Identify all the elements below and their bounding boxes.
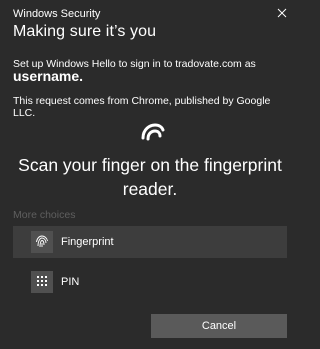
request-origin-text: This request comes from Chrome, publishe… — [13, 95, 271, 119]
close-icon — [277, 8, 287, 18]
cancel-button[interactable]: Cancel — [151, 314, 287, 338]
username-text: username. — [13, 68, 84, 84]
fingerprint-icon — [31, 231, 53, 253]
scan-instruction: Scan your finger on the fingerprint read… — [18, 155, 282, 199]
dialog-heading: Making sure it’s you — [13, 23, 157, 40]
pin-keypad-icon — [31, 271, 53, 293]
choice-label: Fingerprint — [61, 236, 114, 248]
close-button[interactable] — [270, 2, 294, 24]
more-choices-header: More choices — [13, 209, 76, 221]
choice-pin[interactable]: PIN — [13, 266, 287, 298]
window-title: Windows Security — [13, 8, 101, 20]
fingerprint-sensor-icon — [141, 123, 165, 141]
choice-label: PIN — [61, 276, 80, 288]
choice-fingerprint[interactable]: Fingerprint — [13, 226, 287, 258]
windows-security-dialog: Windows Security Making sure it’s you Se… — [0, 0, 300, 349]
